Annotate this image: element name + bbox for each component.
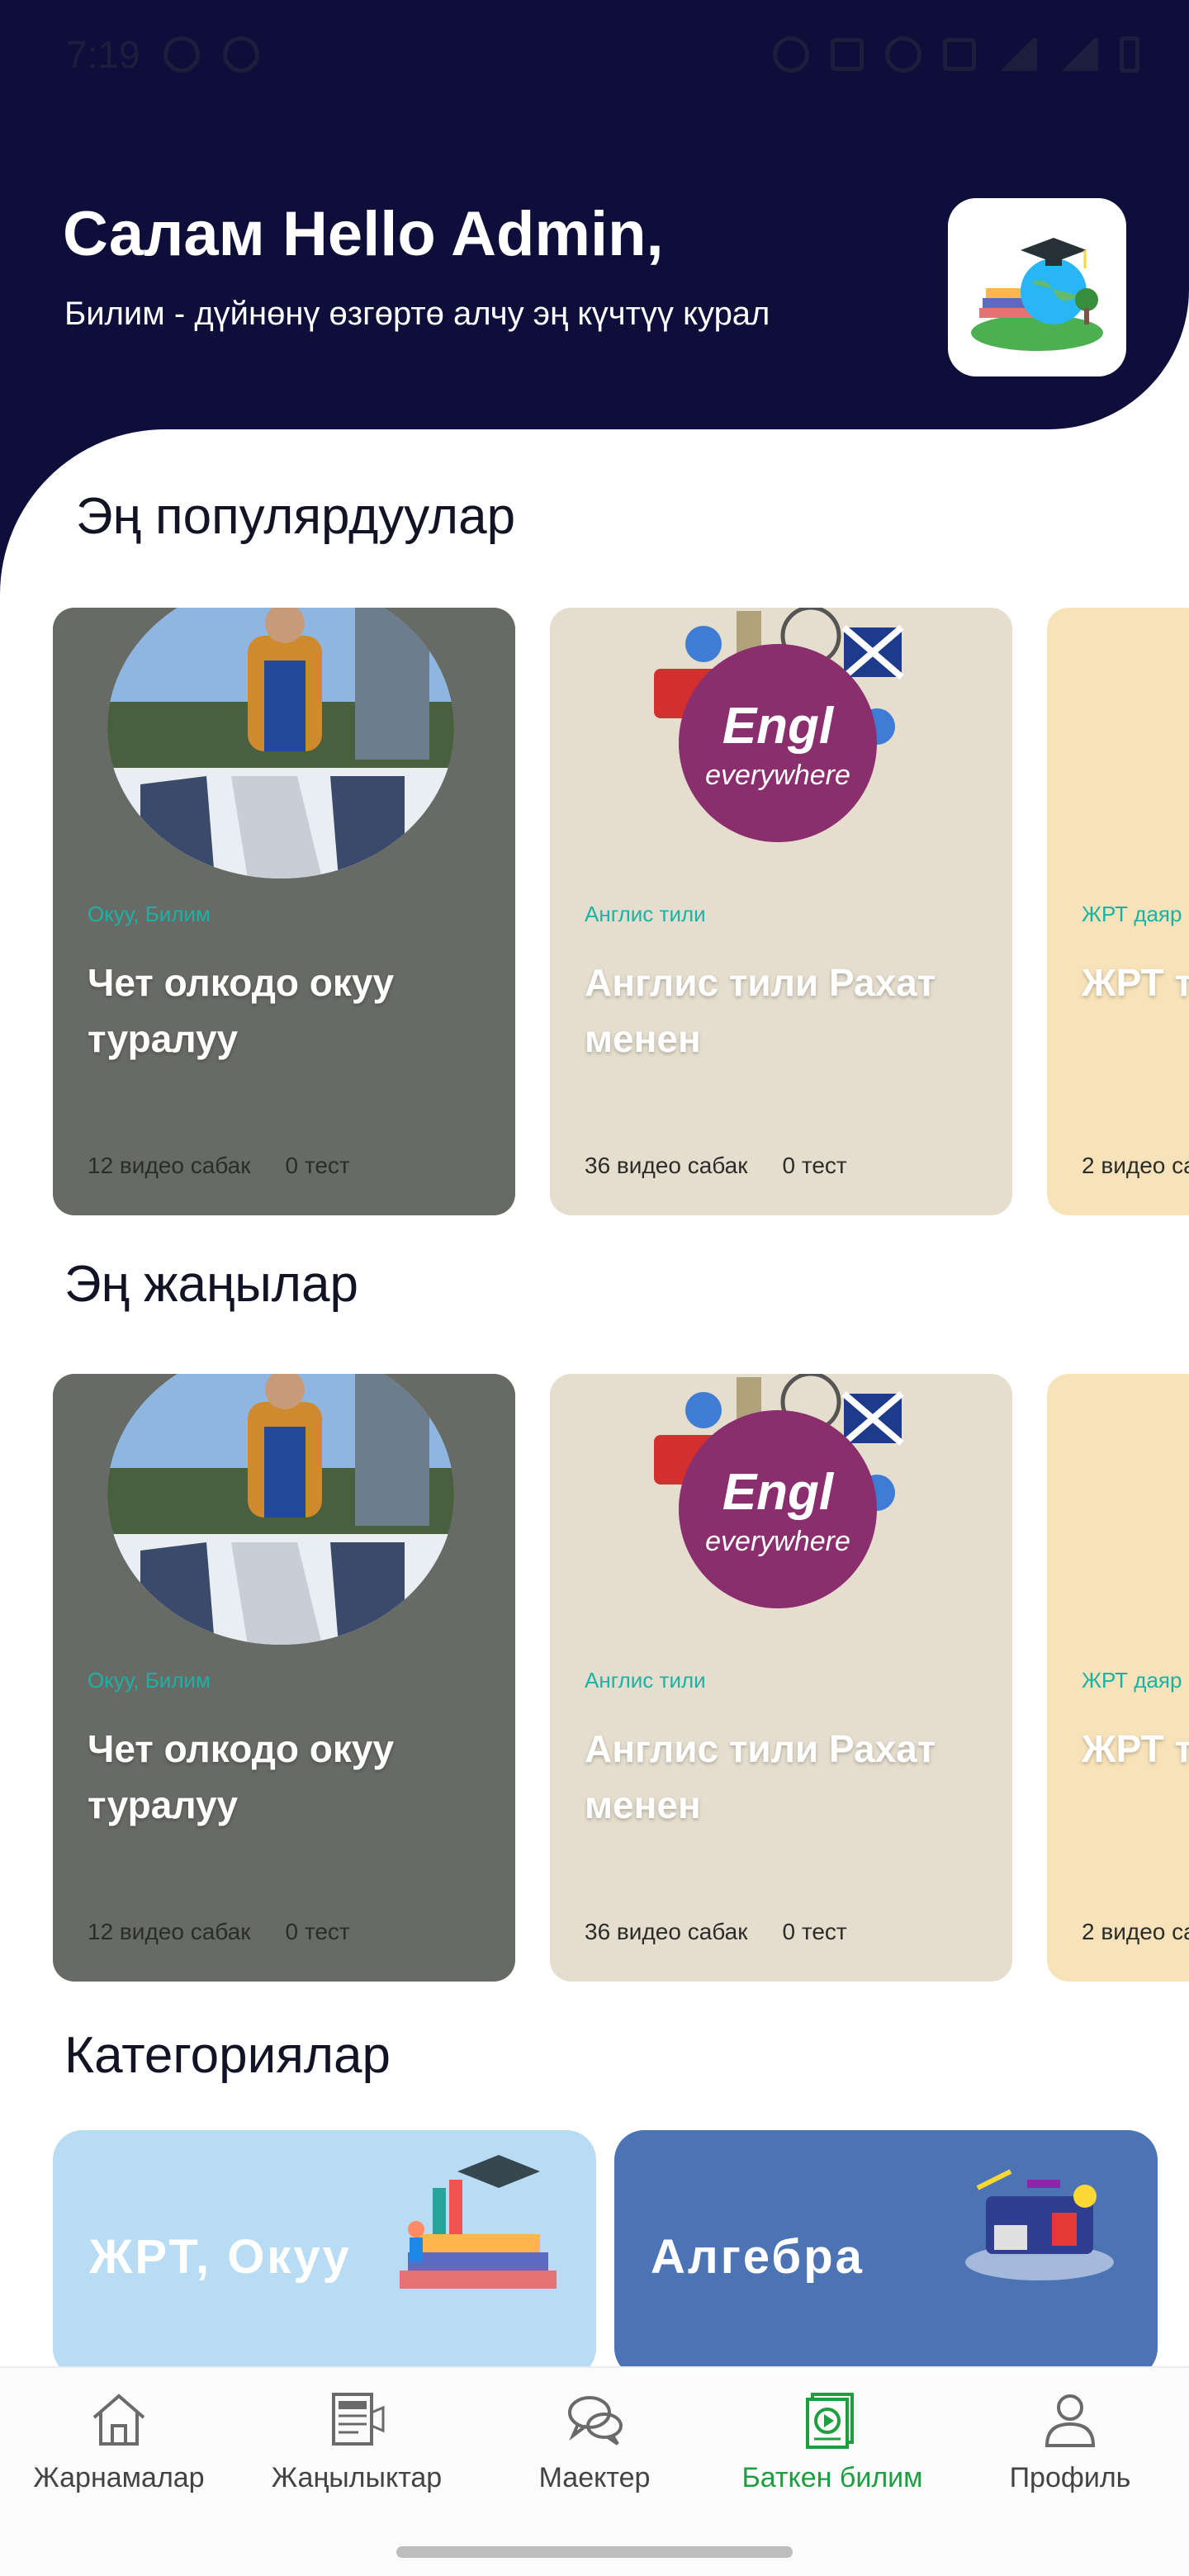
nav-label: Баткен билим xyxy=(741,2462,923,2493)
graduation-globe-logo-icon xyxy=(971,238,1103,351)
svg-text:Engl: Engl xyxy=(722,1464,835,1521)
course-tag: Англис тили xyxy=(585,1668,706,1693)
course-card[interactable]: Окуу, Билим Чет олкодо окуу туралуу 12 в… xyxy=(53,608,515,1215)
test-count: 0 тест xyxy=(782,1153,847,1178)
category-card[interactable]: Алгебра xyxy=(614,2130,1158,2378)
nav-item-chats[interactable]: Маектер xyxy=(476,2388,713,2494)
nav-item-batken-bilim[interactable]: Баткен билим xyxy=(713,2388,951,2494)
category-card[interactable]: ЖРТ, Окуу xyxy=(53,2130,596,2378)
course-tag: ЖРТ даяр xyxy=(1082,1668,1182,1693)
svg-text:everywhere: everywhere xyxy=(705,760,850,791)
newest-courses-list[interactable]: Окуу, Билим Чет олкодо окуу туралуу 12 в… xyxy=(53,1374,1189,1982)
svg-text:Engl: Engl xyxy=(722,698,835,755)
hotspot-icon xyxy=(885,36,921,73)
sync-icon xyxy=(222,36,259,73)
course-title: Англис тили Рахат менен xyxy=(585,1727,936,1826)
category-label: Алгебра xyxy=(651,2230,865,2284)
video-count: 36 видео сабак xyxy=(585,1919,748,1944)
books-graduation-icon xyxy=(400,2155,557,2289)
course-tag: ЖРТ даяр xyxy=(1082,902,1182,926)
battery-icon xyxy=(1120,36,1139,73)
course-tag: Окуу, Билим xyxy=(88,1668,211,1693)
category-label: ЖРТ, Окуу xyxy=(89,2230,352,2284)
categories-list: ЖРТ, Окуу Алгебра xyxy=(53,2130,1158,2378)
course-title: ЖРТ т xyxy=(1082,1727,1189,1770)
course-meta: 2 видео са xyxy=(1082,1919,1189,1945)
newspaper-icon xyxy=(332,2393,385,2446)
test-count: 0 тест xyxy=(782,1919,847,1944)
course-tag: Окуу, Билим xyxy=(88,902,211,926)
course-card[interactable]: Engl everywhere Англис тили Англис тили … xyxy=(550,1374,1012,1982)
video-count: 36 видео сабак xyxy=(585,1153,748,1178)
status-time: 7:19 xyxy=(66,33,140,76)
popular-section-title: Эң популярдуулар xyxy=(76,488,516,545)
nav-label: Жарнамалар xyxy=(33,2462,205,2493)
test-count: 0 тест xyxy=(285,1919,350,1944)
course-title: ЖРТ т xyxy=(1082,961,1189,1004)
course-meta: 36 видео сабак 0 тест xyxy=(585,1919,847,1945)
course-thumbnail: Engl everywhere xyxy=(604,1374,951,1645)
course-title: Чет олкодо окуу туралуу xyxy=(88,961,395,1060)
test-count: 0 тест xyxy=(285,1153,350,1178)
popular-courses-list[interactable]: Окуу, Билим Чет олкодо окуу туралуу 12 в… xyxy=(53,608,1189,1215)
nav-item-ads[interactable]: Жарнамалар xyxy=(0,2388,238,2494)
greeting-subtitle: Билим - дүйнөнү өзгөртө алчу эң күчтүү к… xyxy=(64,296,770,332)
course-meta: 12 видео сабак 0 тест xyxy=(88,1153,350,1179)
signal-icon xyxy=(1059,38,1098,71)
course-card[interactable]: ЖРТ даяр ЖРТ т 2 видео са xyxy=(1047,608,1189,1215)
video-lessons-icon xyxy=(806,2393,854,2449)
course-title: Чет олкодо окуу туралуу xyxy=(88,1727,395,1826)
nav-label: Жаңылыктар xyxy=(271,2462,443,2493)
course-card[interactable]: ЖРТ даяр ЖРТ т 2 видео са xyxy=(1047,1374,1189,1982)
course-title: Англис тили Рахат менен xyxy=(585,961,936,1060)
home-icon xyxy=(92,2394,145,2446)
video-count: 12 видео сабак xyxy=(88,1153,251,1178)
course-thumbnail xyxy=(107,608,454,878)
course-meta: 2 видео са xyxy=(1082,1153,1189,1179)
chat-icon xyxy=(568,2396,623,2446)
course-card[interactable]: Engl everywhere Англис тили Англис тили … xyxy=(550,608,1012,1215)
nav-label: Маектер xyxy=(538,2462,651,2493)
math-icon xyxy=(965,2169,1114,2280)
nav-item-news[interactable]: Жаңылыктар xyxy=(238,2388,476,2494)
greeting-title: Салам Hello Admin, xyxy=(63,199,664,269)
video-count: 12 видео сабак xyxy=(88,1919,251,1944)
profile-icon xyxy=(1045,2394,1096,2447)
signal-icon xyxy=(997,38,1037,71)
course-thumbnail: Engl everywhere xyxy=(604,608,951,878)
status-bar: 7:19 xyxy=(66,30,1139,79)
video-count: 2 видео са xyxy=(1082,1153,1189,1178)
nav-item-profile[interactable]: Профиль xyxy=(951,2388,1189,2494)
course-meta: 36 видео сабак 0 тест xyxy=(585,1153,847,1179)
course-card[interactable]: Окуу, Билим Чет олкодо окуу туралуу 12 в… xyxy=(53,1374,515,1982)
nfc-icon xyxy=(831,38,864,71)
alarm-icon xyxy=(163,36,200,73)
bottom-navigation: Жарнамалар Жаңылыктар Маектер Баткен бил… xyxy=(0,2366,1189,2576)
alarm-icon xyxy=(773,36,809,73)
app-logo[interactable] xyxy=(948,198,1126,376)
vibrate-icon xyxy=(943,38,976,71)
nav-label: Профиль xyxy=(1009,2462,1131,2493)
newest-section-title: Эң жаңылар xyxy=(64,1256,358,1313)
home-indicator[interactable] xyxy=(396,2546,793,2558)
svg-text:everywhere: everywhere xyxy=(705,1526,850,1557)
video-count: 2 видео са xyxy=(1082,1919,1189,1944)
course-tag: Англис тили xyxy=(585,902,706,926)
course-meta: 12 видео сабак 0 тест xyxy=(88,1919,350,1945)
categories-section-title: Категориялар xyxy=(64,2027,391,2084)
course-thumbnail xyxy=(107,1374,454,1645)
